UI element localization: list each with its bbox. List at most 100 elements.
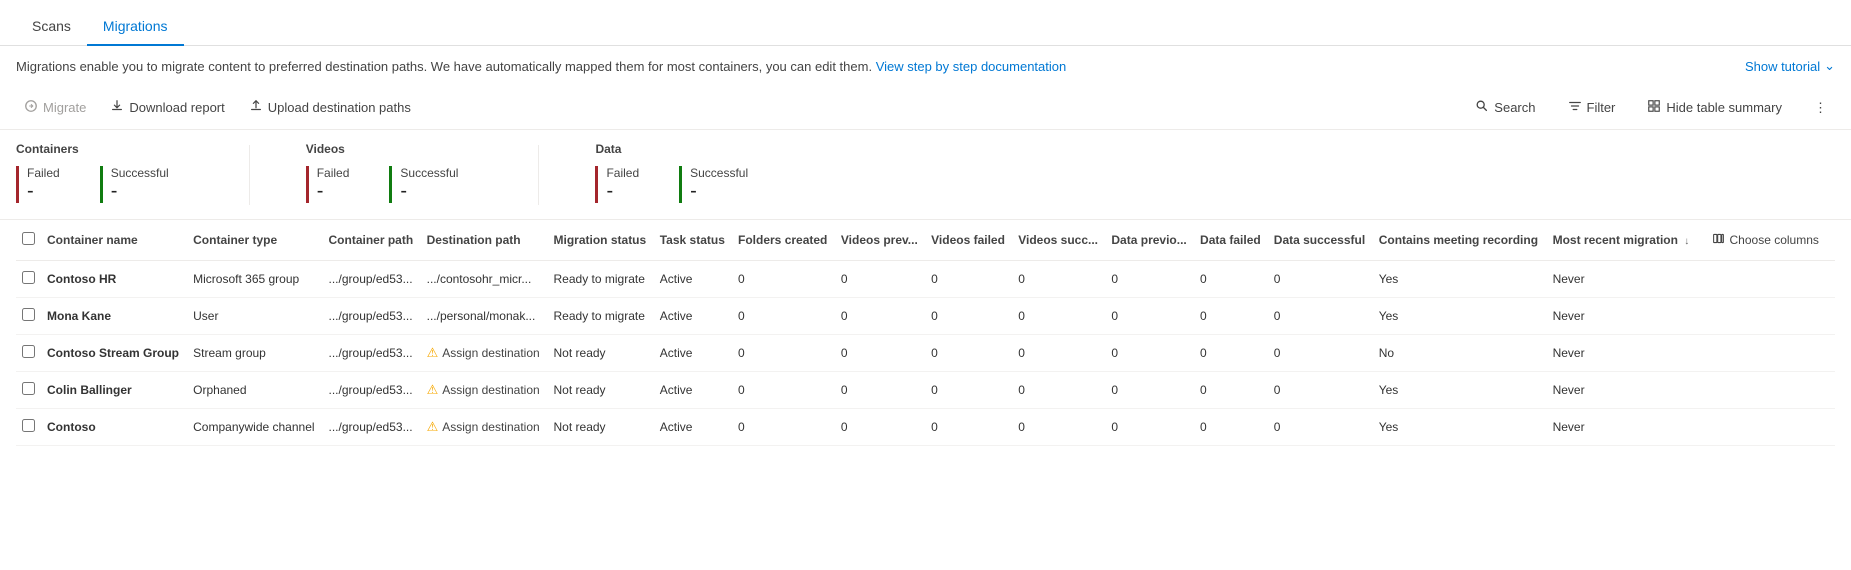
td-migration-status: Ready to migrate [548, 298, 654, 335]
td-choose-columns-spacer [1698, 372, 1836, 409]
td-data-successful: 0 [1268, 298, 1373, 335]
search-button[interactable]: Search [1467, 94, 1543, 121]
td-videos-succ: 0 [1012, 298, 1105, 335]
td-checkbox[interactable] [16, 261, 41, 298]
td-destination-path: .../personal/monak... [421, 298, 548, 335]
table-row[interactable]: Colin Ballinger Orphaned .../group/ed53.… [16, 372, 1835, 409]
td-videos-prev: 0 [835, 372, 925, 409]
th-container-path[interactable]: Container path [323, 220, 421, 261]
summary-group-videos-title: Videos [306, 142, 483, 162]
table-row[interactable]: Contoso Companywide channel .../group/ed… [16, 409, 1835, 446]
th-videos-succ[interactable]: Videos succ... [1012, 220, 1105, 261]
row-checkbox[interactable] [22, 382, 35, 395]
row-checkbox[interactable] [22, 308, 35, 321]
td-container-path: .../group/ed53... [323, 335, 421, 372]
td-destination-path: ⚠Assign destination [421, 372, 548, 409]
th-data-previo[interactable]: Data previo... [1105, 220, 1194, 261]
step-by-step-link[interactable]: View step by step documentation [876, 59, 1067, 74]
row-checkbox[interactable] [22, 271, 35, 284]
warning-icon: ⚠ [427, 382, 439, 398]
td-data-previo: 0 [1105, 261, 1194, 298]
th-contains-meeting-recording[interactable]: Contains meeting recording [1373, 220, 1547, 261]
td-data-failed: 0 [1194, 298, 1268, 335]
th-task-status[interactable]: Task status [654, 220, 732, 261]
table-row[interactable]: Contoso HR Microsoft 365 group .../group… [16, 261, 1835, 298]
td-container-type: Companywide channel [187, 409, 322, 446]
summary-card-data-failed: Failed - [595, 162, 663, 207]
show-tutorial-button[interactable]: Show tutorial ⌄ [1745, 58, 1835, 74]
row-checkbox[interactable] [22, 419, 35, 432]
td-videos-prev: 0 [835, 261, 925, 298]
td-data-successful: 0 [1268, 261, 1373, 298]
search-icon [1475, 99, 1489, 116]
td-folders-created: 0 [732, 261, 835, 298]
td-folders-created: 0 [732, 335, 835, 372]
td-videos-succ: 0 [1012, 335, 1105, 372]
select-all-checkbox[interactable] [22, 232, 35, 245]
choose-columns-button[interactable]: Choose columns [1704, 228, 1827, 252]
tab-migrations[interactable]: Migrations [87, 8, 184, 46]
summary-group-videos: Videos Failed - Successful - [306, 142, 483, 207]
td-videos-succ: 0 [1012, 261, 1105, 298]
migrate-button[interactable]: Migrate [16, 94, 94, 121]
td-videos-prev: 0 [835, 335, 925, 372]
td-migration-status: Not ready [548, 335, 654, 372]
download-report-button[interactable]: Download report [102, 94, 232, 121]
td-checkbox[interactable] [16, 372, 41, 409]
th-videos-failed[interactable]: Videos failed [925, 220, 1012, 261]
td-destination-path: .../contosohr_micr... [421, 261, 548, 298]
td-container-path: .../group/ed53... [323, 298, 421, 335]
th-choose-columns[interactable]: Choose columns [1698, 220, 1836, 261]
summary-card-containers-failed: Failed - [16, 162, 84, 207]
th-data-failed[interactable]: Data failed [1194, 220, 1268, 261]
hide-table-summary-button[interactable]: Hide table summary [1639, 94, 1790, 121]
row-checkbox[interactable] [22, 345, 35, 358]
th-migration-status[interactable]: Migration status [548, 220, 654, 261]
filter-button[interactable]: Filter [1560, 94, 1624, 121]
summary-group-containers-title: Containers [16, 142, 193, 162]
td-container-type: Stream group [187, 335, 322, 372]
th-videos-prev[interactable]: Videos prev... [835, 220, 925, 261]
td-container-type: Orphaned [187, 372, 322, 409]
top-nav: Scans Migrations [0, 0, 1851, 46]
td-folders-created: 0 [732, 298, 835, 335]
migrate-icon [24, 99, 38, 116]
tab-scans[interactable]: Scans [16, 8, 87, 46]
toolbar: Migrate Download report Upload destinati… [0, 86, 1851, 130]
more-options-icon: ⋮ [1814, 100, 1827, 116]
td-checkbox[interactable] [16, 409, 41, 446]
td-most-recent-migration: Never [1547, 409, 1698, 446]
td-container-path: .../group/ed53... [323, 261, 421, 298]
th-container-name[interactable]: Container name [41, 220, 187, 261]
td-container-name: Contoso [41, 409, 187, 446]
table-row[interactable]: Contoso Stream Group Stream group .../gr… [16, 335, 1835, 372]
th-folders-created[interactable]: Folders created [732, 220, 835, 261]
td-choose-columns-spacer [1698, 335, 1836, 372]
th-destination-path[interactable]: Destination path [421, 220, 548, 261]
td-most-recent-migration: Never [1547, 298, 1698, 335]
td-most-recent-migration: Never [1547, 335, 1698, 372]
th-checkbox[interactable] [16, 220, 41, 261]
td-migration-status: Not ready [548, 372, 654, 409]
td-contains-meeting-recording: Yes [1373, 409, 1547, 446]
th-container-type[interactable]: Container type [187, 220, 322, 261]
td-choose-columns-spacer [1698, 409, 1836, 446]
td-checkbox[interactable] [16, 335, 41, 372]
table-row[interactable]: Mona Kane User .../group/ed53... .../per… [16, 298, 1835, 335]
td-videos-failed: 0 [925, 298, 1012, 335]
td-folders-created: 0 [732, 409, 835, 446]
td-destination-path: ⚠Assign destination [421, 409, 548, 446]
summary-group-data-title: Data [595, 142, 772, 162]
td-task-status: Active [654, 261, 732, 298]
upload-dest-paths-button[interactable]: Upload destination paths [241, 94, 419, 121]
td-folders-created: 0 [732, 372, 835, 409]
td-most-recent-migration: Never [1547, 261, 1698, 298]
td-choose-columns-spacer [1698, 261, 1836, 298]
th-data-successful[interactable]: Data successful [1268, 220, 1373, 261]
summary-card-videos-failed: Failed - [306, 162, 374, 207]
th-most-recent-migration[interactable]: Most recent migration ↓ [1547, 220, 1698, 261]
summary-divider-2 [538, 145, 539, 205]
table-summary-icon [1647, 99, 1661, 116]
more-options-button[interactable]: ⋮ [1806, 95, 1835, 121]
td-checkbox[interactable] [16, 298, 41, 335]
